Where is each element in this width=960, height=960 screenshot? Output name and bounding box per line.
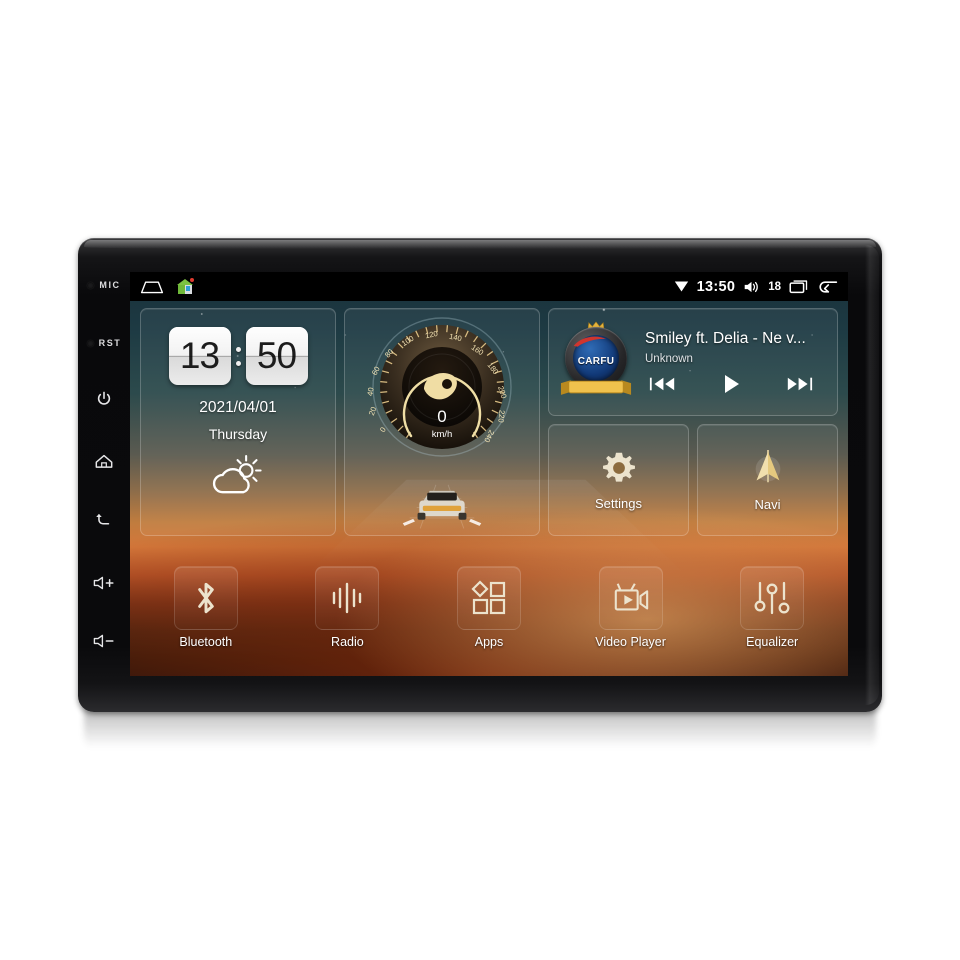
power-icon bbox=[97, 391, 111, 405]
app-apps[interactable]: Apps bbox=[423, 566, 555, 670]
settings-tile[interactable]: Settings bbox=[548, 424, 689, 536]
volume-up-button[interactable] bbox=[78, 572, 130, 594]
play-button[interactable] bbox=[720, 373, 742, 395]
partly-cloudy-icon bbox=[212, 454, 262, 494]
speedometer-gauge: 0 20 40 60 80 100 120 140 160 180 200 22… bbox=[365, 317, 512, 457]
apps-grid-icon bbox=[471, 580, 506, 615]
radio-waveform-icon bbox=[333, 582, 362, 614]
video-player-label: Video Player bbox=[595, 635, 666, 649]
app-dock: Bluetooth Radio Apps Video Player Equali… bbox=[140, 566, 838, 670]
home-icon bbox=[95, 454, 113, 468]
right-widget-column: CARFU Smiley ft. Delia - Ne v... Unknown… bbox=[548, 308, 838, 536]
device-reflection bbox=[84, 706, 876, 764]
shortcut-tile-row: Settings Navi bbox=[548, 424, 838, 536]
left-bezel-keypad: MIC RST bbox=[78, 238, 130, 712]
app-bluetooth[interactable]: Bluetooth bbox=[140, 566, 272, 670]
speed-value: 0 bbox=[437, 407, 446, 426]
volume-level: 18 bbox=[768, 280, 781, 293]
tick-60: 60 bbox=[370, 365, 382, 377]
bluetooth-icon bbox=[198, 582, 214, 614]
tick-220: 220 bbox=[496, 409, 506, 423]
badge-brand-text: CARFU bbox=[577, 356, 615, 367]
touchscreen-display[interactable]: 13:50 18 13 50 2021/04/01 Thursday 0 20 … bbox=[130, 272, 848, 676]
play-icon bbox=[725, 374, 739, 393]
tick-40: 40 bbox=[365, 387, 375, 397]
back-button[interactable] bbox=[78, 508, 130, 530]
car-rear-icon bbox=[402, 484, 482, 529]
screenshot-stage: MIC RST 13:50 18 13 50 2021/04/01 Thursd… bbox=[0, 0, 960, 960]
next-track-icon bbox=[787, 377, 813, 390]
home-button[interactable] bbox=[78, 450, 130, 472]
clock-date-weather-widget[interactable]: 13 50 2021/04/01 Thursday bbox=[140, 308, 336, 536]
mic-pinhole-icon bbox=[87, 281, 95, 289]
car-head-unit-device: MIC RST 13:50 18 13 50 2021/04/01 Thursd… bbox=[78, 238, 882, 712]
notification-dot bbox=[190, 278, 194, 282]
settings-label: Settings bbox=[595, 496, 642, 511]
video-player-tile[interactable] bbox=[598, 566, 663, 630]
recent-apps-icon[interactable] bbox=[789, 279, 809, 294]
home-outline-icon[interactable] bbox=[140, 279, 164, 295]
gear-icon bbox=[602, 452, 635, 482]
speed-unit: km/h bbox=[432, 429, 453, 440]
navigation-arrow-icon bbox=[755, 449, 780, 483]
app-equalizer[interactable]: Equalizer bbox=[706, 566, 838, 670]
status-bar: 13:50 18 bbox=[130, 272, 848, 301]
reset-pinhole-icon bbox=[86, 339, 94, 347]
back-arrow-icon[interactable] bbox=[817, 279, 838, 295]
power-button[interactable] bbox=[78, 388, 130, 410]
media-player-widget[interactable]: CARFU Smiley ft. Delia - Ne v... Unknown bbox=[548, 308, 838, 416]
equalizer-sliders-icon bbox=[754, 581, 790, 615]
carfu-badge-icon: CARFU bbox=[559, 321, 633, 403]
house-window bbox=[186, 286, 190, 291]
equalizer-tile[interactable] bbox=[740, 566, 805, 630]
reset-button[interactable]: RST bbox=[78, 334, 130, 352]
back-icon bbox=[95, 513, 109, 525]
app-video-player[interactable]: Video Player bbox=[565, 566, 697, 670]
app-radio[interactable]: Radio bbox=[282, 566, 414, 670]
apps-tile[interactable] bbox=[456, 566, 521, 630]
media-info: Smiley ft. Delia - Ne v... Unknown bbox=[645, 330, 827, 395]
date-label: 2021/04/01 bbox=[199, 399, 277, 416]
radio-label: Radio bbox=[331, 635, 364, 649]
previous-track-button[interactable] bbox=[649, 375, 676, 393]
clock-minutes: 50 bbox=[245, 327, 308, 385]
volume-down-icon bbox=[93, 634, 114, 648]
bluetooth-tile[interactable] bbox=[173, 566, 238, 630]
previous-track-icon bbox=[649, 377, 675, 390]
equalizer-label: Equalizer bbox=[746, 635, 799, 649]
mic-hole: MIC bbox=[78, 276, 130, 294]
next-track-button[interactable] bbox=[786, 375, 813, 393]
road-car bbox=[345, 479, 539, 529]
volume-up-icon bbox=[93, 576, 114, 590]
video-camera-icon bbox=[614, 583, 648, 611]
speedometer-widget[interactable]: 0 20 40 60 80 100 120 140 160 180 200 22… bbox=[344, 308, 540, 536]
clock-colon bbox=[235, 346, 241, 366]
flip-clock: 13 50 bbox=[168, 327, 308, 385]
track-artist: Unknown bbox=[645, 352, 693, 365]
apps-label: Apps bbox=[474, 635, 504, 649]
bluetooth-label: Bluetooth bbox=[179, 635, 233, 649]
mic-label: MIC bbox=[99, 280, 121, 290]
reset-label: RST bbox=[98, 338, 122, 348]
ribbon-icon bbox=[560, 380, 632, 395]
widget-row: 13 50 2021/04/01 Thursday 0 20 40 60 80 … bbox=[140, 308, 838, 536]
wifi-icon bbox=[674, 281, 688, 292]
volume-down-button[interactable] bbox=[78, 630, 130, 652]
car-swoosh-icon bbox=[573, 336, 607, 347]
media-controls bbox=[645, 373, 827, 395]
navi-label: Navi bbox=[754, 497, 781, 512]
house-app-icon[interactable] bbox=[177, 278, 194, 294]
volume-icon bbox=[744, 281, 758, 292]
weather-widget[interactable] bbox=[210, 453, 266, 502]
track-title: Smiley ft. Delia - Ne v... bbox=[645, 329, 806, 347]
weekday-label: Thursday bbox=[208, 426, 268, 442]
status-time: 13:50 bbox=[696, 278, 736, 295]
navi-tile[interactable]: Navi bbox=[697, 424, 838, 536]
clock-hours: 13 bbox=[168, 327, 231, 385]
radio-tile[interactable] bbox=[315, 566, 380, 630]
